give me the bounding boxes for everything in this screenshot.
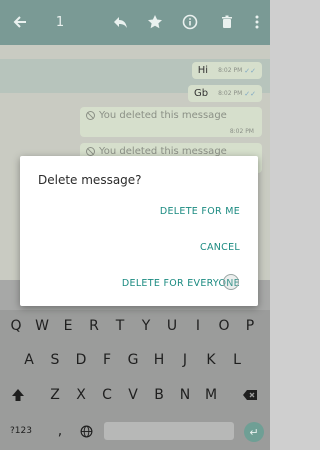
cancel-button[interactable]: CANCEL [200, 242, 240, 253]
deleted-message-text: You deleted this message [99, 110, 227, 121]
key-g[interactable]: G [123, 345, 143, 375]
blocked-icon [86, 147, 95, 156]
star-icon[interactable] [143, 10, 167, 34]
touch-ripple [223, 274, 239, 290]
key-f[interactable]: F [97, 345, 117, 375]
shift-key-icon[interactable] [8, 380, 28, 410]
key-t[interactable]: T [110, 311, 130, 341]
app-bar: 1 [0, 0, 270, 45]
key-y[interactable]: Y [136, 311, 156, 341]
key-v[interactable]: V [123, 380, 143, 410]
key-x[interactable]: X [71, 380, 91, 410]
key-d[interactable]: D [71, 345, 91, 375]
message-time: 8:02 PM [218, 67, 243, 74]
message-time: 8:02 PM [229, 128, 254, 135]
key-o[interactable]: O [214, 311, 234, 341]
key-u[interactable]: U [162, 311, 182, 341]
message-bubble[interactable]: Gb 8:02 PM ✓✓ [187, 85, 262, 102]
key-l[interactable]: L [227, 345, 247, 375]
space-bar[interactable] [104, 422, 234, 440]
deleted-message-bubble[interactable]: You deleted this message 8:02 PM [80, 107, 262, 137]
reply-icon[interactable] [108, 10, 132, 34]
more-icon[interactable] [245, 10, 269, 34]
back-arrow-icon[interactable] [8, 10, 32, 34]
delete-for-me-button[interactable]: DELETE FOR ME [160, 206, 240, 217]
info-icon[interactable] [178, 10, 202, 34]
key-q[interactable]: Q [6, 311, 26, 341]
message-text: Hi [197, 65, 209, 76]
delete-message-dialog: Delete message? DELETE FOR ME CANCEL DEL… [20, 156, 258, 306]
key-r[interactable]: R [84, 311, 104, 341]
key-z[interactable]: Z [45, 380, 65, 410]
key-s[interactable]: S [45, 345, 65, 375]
key-w[interactable]: W [32, 311, 52, 341]
key-a[interactable]: A [19, 345, 39, 375]
backspace-key-icon[interactable] [240, 380, 260, 410]
selected-count: 1 [55, 14, 65, 30]
message-bubble[interactable]: Hi 8:02 PM ✓✓ [191, 62, 262, 79]
key-c[interactable]: C [97, 380, 117, 410]
key-j[interactable]: J [175, 345, 195, 375]
comma-key[interactable]: , [50, 416, 70, 446]
enter-key-icon[interactable]: ↵ [244, 422, 264, 442]
key-b[interactable]: B [149, 380, 169, 410]
key-e[interactable]: E [58, 311, 78, 341]
globe-icon[interactable] [76, 416, 96, 446]
symbols-key[interactable]: ?123 [8, 416, 34, 446]
key-h[interactable]: H [149, 345, 169, 375]
key-n[interactable]: N [175, 380, 195, 410]
blocked-icon [86, 111, 95, 120]
keyboard-row-2: A S D F G H J K L [0, 345, 270, 375]
dialog-title: Delete message? [38, 173, 142, 187]
key-p[interactable]: P [240, 311, 260, 341]
read-ticks-icon: ✓✓ [244, 89, 256, 98]
read-ticks-icon: ✓✓ [244, 66, 256, 75]
key-k[interactable]: K [201, 345, 221, 375]
keyboard-row-3: Z X C V B N M [0, 380, 270, 410]
message-text: Gb [193, 88, 209, 99]
key-i[interactable]: I [188, 311, 208, 341]
keyboard-row-1: Q W E R T Y U I O P [0, 311, 270, 341]
message-time: 8:02 PM [218, 90, 243, 97]
key-m[interactable]: M [201, 380, 221, 410]
delete-icon[interactable] [215, 10, 239, 34]
